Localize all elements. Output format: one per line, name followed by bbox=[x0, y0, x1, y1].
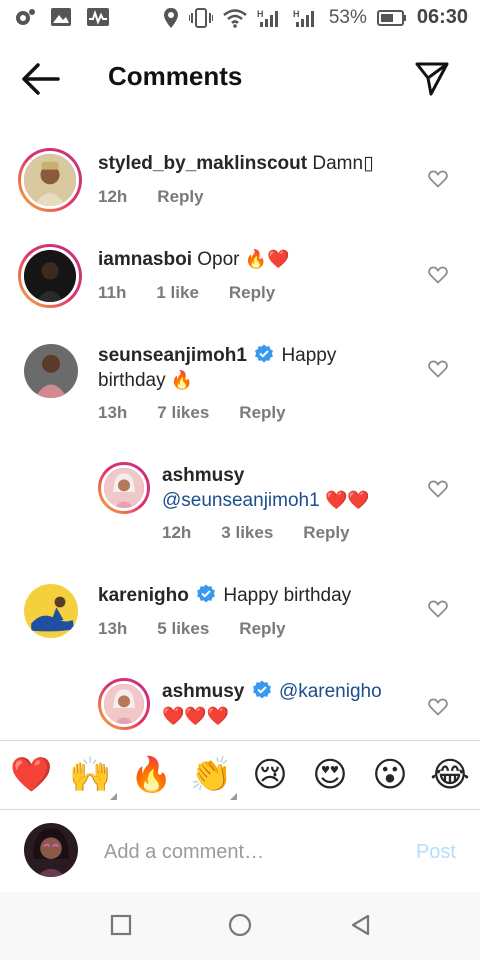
status-notifications bbox=[14, 7, 110, 27]
skin-tone-indicator bbox=[230, 793, 237, 800]
heart-icon[interactable] bbox=[428, 266, 448, 284]
emoji-fire-button[interactable]: 🔥 bbox=[130, 755, 172, 795]
gallery-icon bbox=[51, 8, 71, 26]
avatar[interactable] bbox=[24, 344, 78, 398]
comment-emojis: 🔥❤️ bbox=[244, 249, 290, 269]
comment-body: Happy birthday bbox=[223, 585, 352, 606]
system-nav-bar bbox=[0, 892, 480, 960]
signal-h-icon: H bbox=[257, 9, 278, 27]
square-icon[interactable] bbox=[108, 912, 134, 938]
comment-text: ashmusy @karenigho ❤️❤️❤️ bbox=[162, 679, 432, 729]
post-button[interactable]: Post bbox=[416, 841, 456, 864]
comment-text: karenigho Happy birthday bbox=[98, 583, 398, 608]
comment-meta: 13h 7 likes Reply bbox=[98, 403, 316, 423]
status-system: H H 53% 06:30 bbox=[163, 6, 468, 29]
comment-text: styled_by_maklinscout Damn▯ bbox=[98, 151, 428, 176]
comment-meta: 12h Reply bbox=[98, 187, 234, 207]
emoji-quick-bar: ❤️ 🙌 🔥 👏 😢 😍 😮 😂 bbox=[0, 740, 480, 810]
header: Comments bbox=[0, 36, 480, 122]
heart-icon[interactable] bbox=[428, 698, 448, 716]
heart-icon[interactable] bbox=[428, 480, 448, 498]
verified-badge-icon bbox=[252, 680, 271, 699]
comment-composer: Post bbox=[0, 811, 480, 891]
status-bar: H H 53% 06:30 bbox=[0, 0, 480, 36]
comment-username[interactable]: styled_by_maklinscout bbox=[98, 153, 307, 174]
comment-emojis: ❤️❤️❤️ bbox=[162, 706, 230, 726]
svg-text:H: H bbox=[257, 9, 264, 19]
comment-input[interactable] bbox=[104, 835, 394, 869]
location-icon bbox=[163, 7, 178, 28]
avatar[interactable] bbox=[24, 584, 78, 638]
emoji-clap-button[interactable]: 👏 bbox=[190, 755, 232, 795]
likes-count[interactable]: 1 like bbox=[156, 283, 199, 303]
battery-icon bbox=[376, 9, 406, 26]
avatar[interactable] bbox=[98, 462, 150, 514]
emoji-laughing-button[interactable]: 😂 bbox=[430, 755, 470, 795]
emoji-raised-hands-button[interactable]: 🙌 bbox=[69, 755, 111, 795]
triangle-back-icon[interactable] bbox=[348, 912, 374, 938]
circle-icon[interactable] bbox=[227, 912, 253, 938]
comment-text: ashmusy @seunseanjimoh1 ❤️❤️ bbox=[162, 463, 422, 513]
reply-button[interactable]: Reply bbox=[229, 283, 275, 303]
comment-time: 11h bbox=[98, 283, 127, 302]
signal-h-icon: H bbox=[293, 9, 314, 27]
likes-count[interactable]: 5 likes bbox=[157, 619, 209, 639]
emoji-crying-button[interactable]: 😢 bbox=[250, 755, 290, 795]
vibrate-icon bbox=[188, 7, 213, 28]
likes-count[interactable]: 7 likes bbox=[157, 403, 209, 423]
reply-button[interactable]: Reply bbox=[157, 187, 203, 207]
activity-icon bbox=[87, 8, 109, 26]
comment-text: iamnasboi Opor 🔥❤️ bbox=[98, 247, 378, 272]
avatar[interactable] bbox=[18, 148, 82, 212]
reply-button[interactable]: Reply bbox=[303, 523, 349, 543]
heart-icon[interactable] bbox=[428, 170, 448, 188]
comment-time: 12h bbox=[162, 523, 192, 542]
back-button[interactable] bbox=[20, 62, 62, 96]
paper-plane-icon bbox=[415, 62, 449, 96]
comment-meta: 13h 5 likes Reply bbox=[98, 619, 316, 639]
likes-count[interactable]: 3 likes bbox=[221, 523, 273, 543]
comment-body: Damn bbox=[312, 153, 364, 174]
comment-emojis: ❤️❤️ bbox=[324, 490, 370, 510]
comment-username[interactable]: seunseanjimoh1 bbox=[98, 345, 247, 366]
verified-badge-icon bbox=[197, 584, 216, 603]
heart-icon[interactable] bbox=[428, 600, 448, 618]
wifi-icon bbox=[223, 8, 247, 28]
reply-button[interactable]: Reply bbox=[239, 403, 285, 423]
svg-text:H: H bbox=[293, 9, 300, 19]
comment-meta: 12h 3 likes Reply bbox=[162, 523, 380, 543]
comment-username[interactable]: iamnasboi bbox=[98, 249, 192, 270]
comment-emojis: 🔥 bbox=[170, 370, 194, 390]
mention-link[interactable]: @seunseanjimoh1 bbox=[162, 490, 320, 511]
heart-icon[interactable] bbox=[428, 360, 448, 378]
mention-link[interactable]: @karenigho bbox=[279, 681, 382, 702]
skin-tone-indicator bbox=[110, 793, 117, 800]
comment-meta: 11h 1 like Reply bbox=[98, 283, 305, 303]
comment-glyph: ▯ bbox=[363, 153, 374, 174]
page-title: Comments bbox=[108, 61, 243, 91]
avatar[interactable] bbox=[18, 244, 82, 308]
comment-time: 13h bbox=[98, 619, 128, 638]
reply-item: ashmusy @karenigho ❤️❤️❤️ bbox=[0, 674, 480, 738]
arrow-left-icon bbox=[22, 63, 60, 95]
share-button[interactable] bbox=[414, 60, 450, 96]
comment-username[interactable]: ashmusy bbox=[162, 681, 244, 702]
comment-text: seunseanjimoh1 Happy birthday 🔥 bbox=[98, 343, 368, 393]
avatar bbox=[24, 823, 78, 877]
emoji-heart-button[interactable]: ❤️ bbox=[10, 755, 52, 795]
comment-body: Opor bbox=[197, 249, 240, 270]
avatar[interactable] bbox=[98, 678, 150, 730]
comment-username[interactable]: ashmusy bbox=[162, 465, 244, 486]
reply-button[interactable]: Reply bbox=[239, 619, 285, 639]
verified-badge-icon bbox=[255, 344, 274, 363]
emoji-surprised-button[interactable]: 😮 bbox=[370, 755, 410, 795]
clock: 06:30 bbox=[416, 6, 468, 28]
comment-time: 13h bbox=[98, 403, 128, 422]
photo-record-icon bbox=[16, 9, 35, 25]
comment-time: 12h bbox=[98, 187, 128, 206]
emoji-heart-eyes-button[interactable]: 😍 bbox=[310, 755, 350, 795]
comment-username[interactable]: karenigho bbox=[98, 585, 189, 606]
battery-percent: 53% bbox=[328, 6, 367, 28]
